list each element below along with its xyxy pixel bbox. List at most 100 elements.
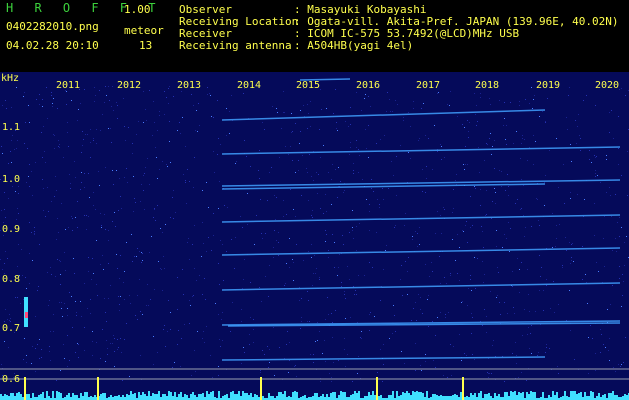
noise-pixel [260, 199, 261, 200]
noise-pixel [71, 100, 72, 101]
noise-floor-bar [390, 395, 392, 400]
signal-trace [221, 282, 621, 291]
x-tick-label: 2019 [536, 80, 561, 91]
noise-pixel [577, 194, 578, 195]
noise-pixel [31, 363, 32, 364]
noise-pixel [35, 348, 36, 349]
noise-pixel [195, 130, 196, 131]
noise-pixel [418, 294, 419, 295]
noise-pixel [344, 349, 345, 350]
noise-pixel [292, 259, 293, 260]
noise-pixel [352, 210, 353, 211]
noise-floor-bar [460, 392, 462, 400]
noise-pixel [552, 213, 553, 214]
noise-floor-bar [340, 391, 342, 400]
noise-pixel [124, 177, 125, 178]
noise-pixel [595, 176, 596, 177]
noise-pixel [371, 179, 372, 180]
noise-pixel [531, 226, 532, 227]
noise-pixel [531, 353, 532, 354]
noise-pixel [513, 307, 514, 308]
noise-pixel [369, 230, 370, 231]
noise-pixel [575, 120, 576, 121]
noise-pixel [261, 301, 262, 302]
noise-pixel [453, 189, 454, 190]
noise-pixel [520, 158, 521, 159]
noise-pixel [268, 296, 269, 297]
noise-pixel [307, 104, 308, 105]
noise-pixel [325, 230, 326, 231]
noise-floor-bar [526, 392, 528, 400]
noise-pixel [65, 270, 66, 271]
noise-pixel [441, 159, 442, 160]
noise-pixel [344, 338, 345, 339]
noise-pixel [75, 177, 76, 178]
noise-floor-bar [168, 391, 170, 400]
noise-pixel [78, 109, 79, 110]
noise-floor-bar [474, 393, 476, 400]
noise-pixel [538, 220, 539, 221]
noise-pixel [432, 321, 433, 322]
noise-floor-bar [626, 395, 628, 400]
noise-pixel [394, 227, 395, 228]
noise-pixel [438, 92, 439, 93]
noise-pixel [571, 244, 572, 245]
noise-floor-bar [84, 392, 86, 400]
noise-pixel [123, 98, 124, 99]
noise-pixel [126, 242, 127, 243]
noise-floor-bar [520, 393, 522, 400]
noise-pixel [428, 295, 429, 296]
noise-pixel [389, 338, 390, 339]
noise-pixel [492, 345, 493, 346]
noise-pixel [124, 339, 125, 340]
noise-pixel [405, 213, 406, 214]
noise-pixel [274, 195, 275, 196]
noise-pixel [419, 138, 420, 139]
noise-pixel [218, 208, 219, 209]
noise-pixel [350, 147, 351, 148]
noise-pixel [24, 92, 25, 93]
noise-pixel [165, 346, 166, 347]
noise-pixel [472, 225, 473, 226]
noise-pixel [539, 116, 540, 117]
noise-pixel [27, 148, 28, 149]
noise-pixel [432, 169, 433, 170]
noise-pixel [203, 331, 204, 332]
noise-pixel [90, 299, 91, 300]
noise-pixel [106, 340, 107, 341]
noise-pixel [562, 267, 563, 268]
noise-pixel [254, 244, 255, 245]
noise-pixel [218, 138, 219, 139]
noise-pixel [343, 192, 344, 193]
noise-pixel [253, 319, 254, 320]
noise-pixel [288, 372, 289, 373]
noise-pixel [507, 313, 508, 314]
noise-pixel [328, 314, 329, 315]
noise-floor-bar [126, 394, 128, 400]
noise-floor-bar [242, 391, 244, 400]
noise-pixel [387, 92, 388, 93]
noise-pixel [85, 134, 86, 135]
noise-pixel [24, 338, 25, 339]
noise-pixel [90, 129, 91, 130]
noise-pixel [486, 332, 487, 333]
noise-floor-bar [564, 391, 566, 400]
noise-floor-bar [14, 396, 16, 400]
noise-pixel [83, 139, 84, 140]
noise-pixel [57, 218, 58, 219]
noise-pixel [508, 195, 509, 196]
noise-floor-bar [358, 391, 360, 400]
noise-pixel [90, 313, 91, 314]
noise-pixel [265, 276, 266, 277]
noise-pixel [92, 355, 93, 356]
noise-pixel [504, 381, 505, 382]
noise-pixel [344, 190, 345, 191]
noise-pixel [509, 251, 510, 252]
noise-pixel [393, 175, 394, 176]
noise-floor-bar [282, 394, 284, 400]
noise-pixel [559, 224, 560, 225]
noise-pixel [193, 295, 194, 296]
noise-pixel [565, 237, 566, 238]
noise-pixel [124, 126, 125, 127]
noise-pixel [622, 295, 623, 296]
